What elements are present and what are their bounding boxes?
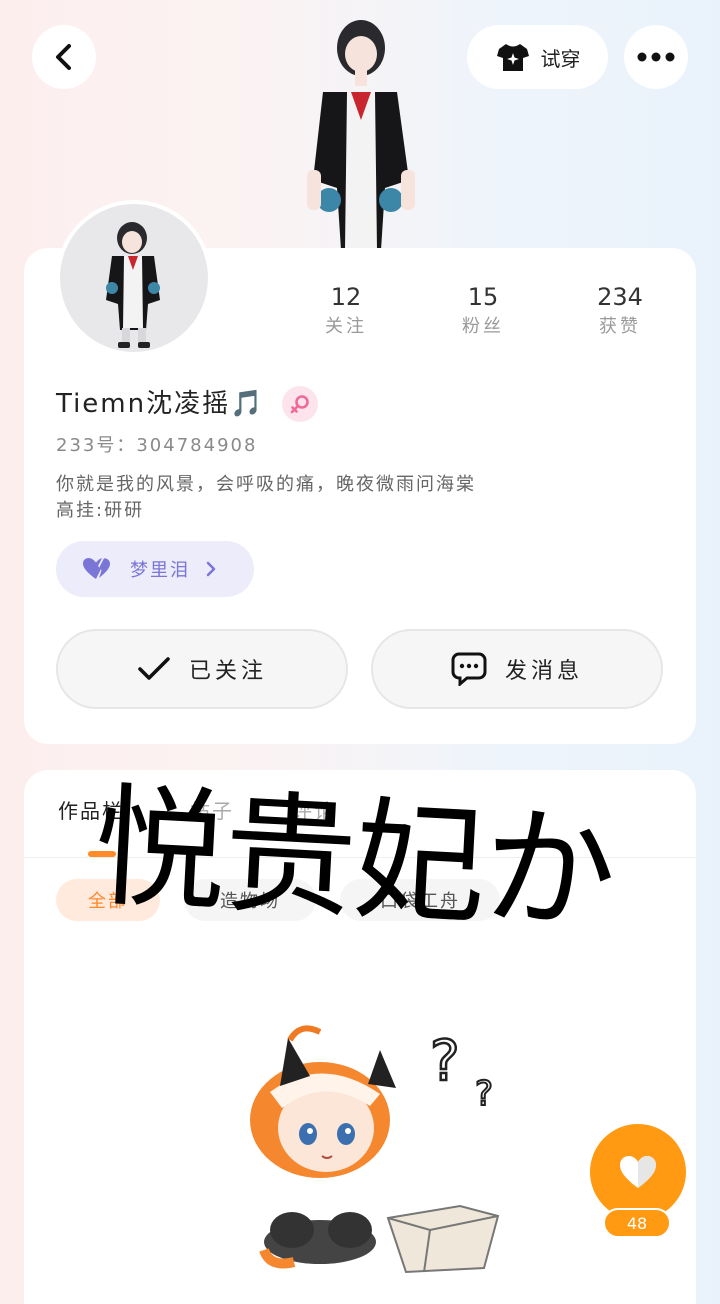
bio-line: 高挂:研研 xyxy=(56,500,145,521)
like-button[interactable] xyxy=(590,1124,686,1220)
send-message-label: 发消息 xyxy=(504,659,583,684)
more-options-button[interactable] xyxy=(624,25,688,89)
stat-likes-label: 获赞 xyxy=(599,316,641,337)
character-figure-image xyxy=(285,10,435,250)
gender-female-badge xyxy=(282,386,318,422)
try-on-label: 试穿 xyxy=(540,46,581,71)
followed-label: 已关注 xyxy=(188,659,267,684)
svg-text:?: ? xyxy=(430,1029,460,1094)
stat-following-value: 12 xyxy=(330,283,362,311)
shirt-sparkle-icon xyxy=(496,44,529,71)
stat-following-label: 关注 xyxy=(325,316,367,337)
back-button[interactable] xyxy=(32,25,96,89)
stat-following[interactable]: 12 关注 xyxy=(301,282,391,342)
broken-heart-icon xyxy=(83,558,110,579)
female-symbol-icon xyxy=(290,395,309,414)
stat-followers-value: 15 xyxy=(467,283,499,311)
like-count-badge: 48 xyxy=(603,1208,671,1238)
chevron-left-icon xyxy=(56,44,71,70)
dream-badge-button[interactable]: 梦里泪 xyxy=(56,541,254,597)
bio-line: 你就是我的风景，会呼吸的痛，晚夜微雨问海棠 xyxy=(56,474,476,495)
overlay-watermark-text: 悦贵妃か xyxy=(90,769,618,951)
more-dots-icon xyxy=(637,52,675,62)
followed-button[interactable]: 已关注 xyxy=(56,629,348,709)
stat-followers-label: 粉丝 xyxy=(462,316,504,337)
stat-followers[interactable]: 15 粉丝 xyxy=(438,282,528,342)
stat-likes[interactable]: 234 获赞 xyxy=(575,282,665,342)
try-on-button[interactable]: 试穿 xyxy=(467,25,608,89)
chat-bubble-icon xyxy=(451,652,487,686)
dream-badge-label: 梦里泪 xyxy=(130,560,190,581)
chevron-right-icon xyxy=(206,561,216,577)
checkmark-icon xyxy=(138,657,170,680)
svg-text:?: ? xyxy=(475,1074,493,1114)
avatar[interactable] xyxy=(56,200,212,356)
username: Tiemn沈凌摇🎵 xyxy=(56,389,265,419)
empty-state-illustration: ? ? xyxy=(230,1010,520,1280)
heart-icon xyxy=(620,1156,656,1188)
stat-likes-value: 234 xyxy=(597,283,643,311)
user-id: 233号：304784908 xyxy=(56,435,258,456)
bio: 你就是我的风景，会呼吸的痛，晚夜微雨问海棠 高挂:研研 xyxy=(56,472,616,524)
send-message-button[interactable]: 发消息 xyxy=(371,629,663,709)
